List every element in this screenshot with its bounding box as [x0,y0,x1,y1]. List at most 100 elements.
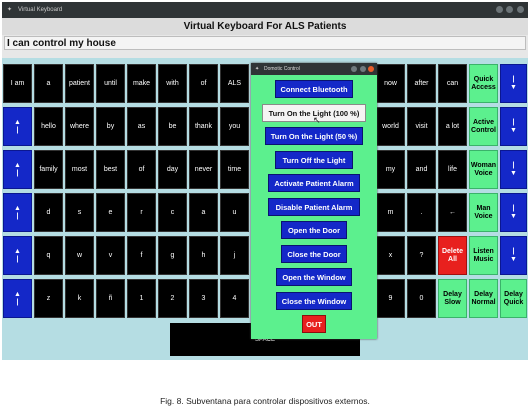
scroll-up-button[interactable]: ▲ | [3,150,32,189]
key[interactable]: patient [65,64,94,103]
minimize-button[interactable] [495,6,503,13]
light-off-button[interactable]: Turn Off the Light [275,151,353,169]
dialog-close-button[interactable] [368,66,374,72]
key[interactable]: with [158,64,187,103]
key[interactable]: I am [3,64,32,103]
man-voice-button[interactable]: Man Voice [469,193,498,232]
key[interactable]: after [407,64,436,103]
key[interactable]: a lot [438,107,467,146]
out-button[interactable]: OUT [302,315,326,333]
key[interactable]: family [34,150,63,189]
key[interactable]: thank [189,107,218,146]
key[interactable]: m [376,193,405,232]
key[interactable]: w [65,236,94,275]
disable-alarm-button[interactable]: Disable Patient Alarm [268,198,360,216]
key-label: 0 [419,295,424,302]
key[interactable]: ? [407,236,436,275]
key[interactable]: by [96,107,125,146]
scroll-down-button[interactable]: | ▼ [500,107,527,146]
close-window-button[interactable]: Close the Window [276,292,352,310]
key[interactable]: ALS [220,64,249,103]
key[interactable]: . [407,193,436,232]
key[interactable]: until [96,64,125,103]
key[interactable]: hello [34,107,63,146]
composed-text-field[interactable]: I can control my house [4,36,526,50]
key[interactable]: z [34,279,63,318]
quick-access-button[interactable]: Quick Access [469,64,498,103]
key[interactable]: you [220,107,249,146]
key[interactable]: life [438,150,467,189]
key[interactable]: x [376,236,405,275]
key[interactable]: time [220,150,249,189]
connect-bluetooth-button[interactable]: Connect Bluetooth [275,80,353,98]
delete-all-button[interactable]: Delete All [438,236,467,275]
delay-slow-button[interactable]: Delay Slow [438,279,467,318]
key[interactable]: 2 [158,279,187,318]
delay-quick-button[interactable]: Delay Quick [500,279,527,318]
key[interactable]: e [96,193,125,232]
key[interactable]: g [158,236,187,275]
key[interactable]: c [158,193,187,232]
key[interactable]: r [127,193,156,232]
key[interactable]: 4 [220,279,249,318]
key[interactable]: of [189,64,218,103]
key[interactable]: now [376,64,405,103]
scroll-down-button[interactable]: | ▼ [500,150,527,189]
scroll-up-button[interactable]: ▲ | [3,279,32,318]
key[interactable]: h [189,236,218,275]
key[interactable]: make [127,64,156,103]
key[interactable]: ñ [96,279,125,318]
key[interactable]: day [158,150,187,189]
close-button[interactable] [517,6,524,13]
open-window-button[interactable]: Open the Window [276,268,352,286]
key[interactable]: never [189,150,218,189]
activate-alarm-button[interactable]: Activate Patient Alarm [268,174,360,192]
key[interactable]: best [96,150,125,189]
key[interactable]: s [65,193,94,232]
key[interactable]: visit [407,107,436,146]
key[interactable]: and [407,150,436,189]
scroll-up-button[interactable]: ▲ | [3,107,32,146]
scroll-down-button[interactable]: | ▼ [500,193,527,232]
active-control-button[interactable]: Active Control [469,107,498,146]
key-label: with [166,80,179,87]
backspace-key[interactable]: ← [438,193,467,232]
maximize-button[interactable] [506,6,514,13]
key[interactable]: most [65,150,94,189]
key[interactable]: a [189,193,218,232]
light-50-button[interactable]: Turn On the Light (50 %) [265,127,363,145]
key[interactable]: be [158,107,187,146]
close-door-button[interactable]: Close the Door [281,245,347,263]
key[interactable]: 1 [127,279,156,318]
key[interactable]: f [127,236,156,275]
scroll-up-button[interactable]: ▲ | [3,236,32,275]
key[interactable]: a [34,64,63,103]
key[interactable]: 9 [376,279,405,318]
dialog-titlebar[interactable]: ✦ Domotic Control [251,63,377,75]
key[interactable]: 3 [189,279,218,318]
window-titlebar[interactable]: ✦ Virtual Keyboard [2,2,528,18]
key[interactable]: d [34,193,63,232]
scroll-up-button[interactable]: ▲ | [3,193,32,232]
woman-voice-button[interactable]: Woman Voice [469,150,498,189]
key[interactable]: v [96,236,125,275]
key[interactable]: world [376,107,405,146]
key[interactable]: k [65,279,94,318]
dialog-minimize-button[interactable] [351,66,358,72]
key[interactable]: can [438,64,467,103]
delay-normal-button[interactable]: Delay Normal [469,279,498,318]
key[interactable]: my [376,150,405,189]
key[interactable]: 0 [407,279,436,318]
key[interactable]: u [220,193,249,232]
dialog-maximize-button[interactable] [359,66,366,72]
key[interactable]: where [65,107,94,146]
key[interactable]: j [220,236,249,275]
key[interactable]: as [127,107,156,146]
listen-music-button[interactable]: Listen Music [469,236,498,275]
open-door-button[interactable]: Open the Door [281,221,347,239]
scroll-down-button[interactable]: | ▼ [500,64,527,103]
key-label: c [170,209,175,216]
key[interactable]: q [34,236,63,275]
key[interactable]: of [127,150,156,189]
scroll-down-button[interactable]: | ▼ [500,236,527,275]
